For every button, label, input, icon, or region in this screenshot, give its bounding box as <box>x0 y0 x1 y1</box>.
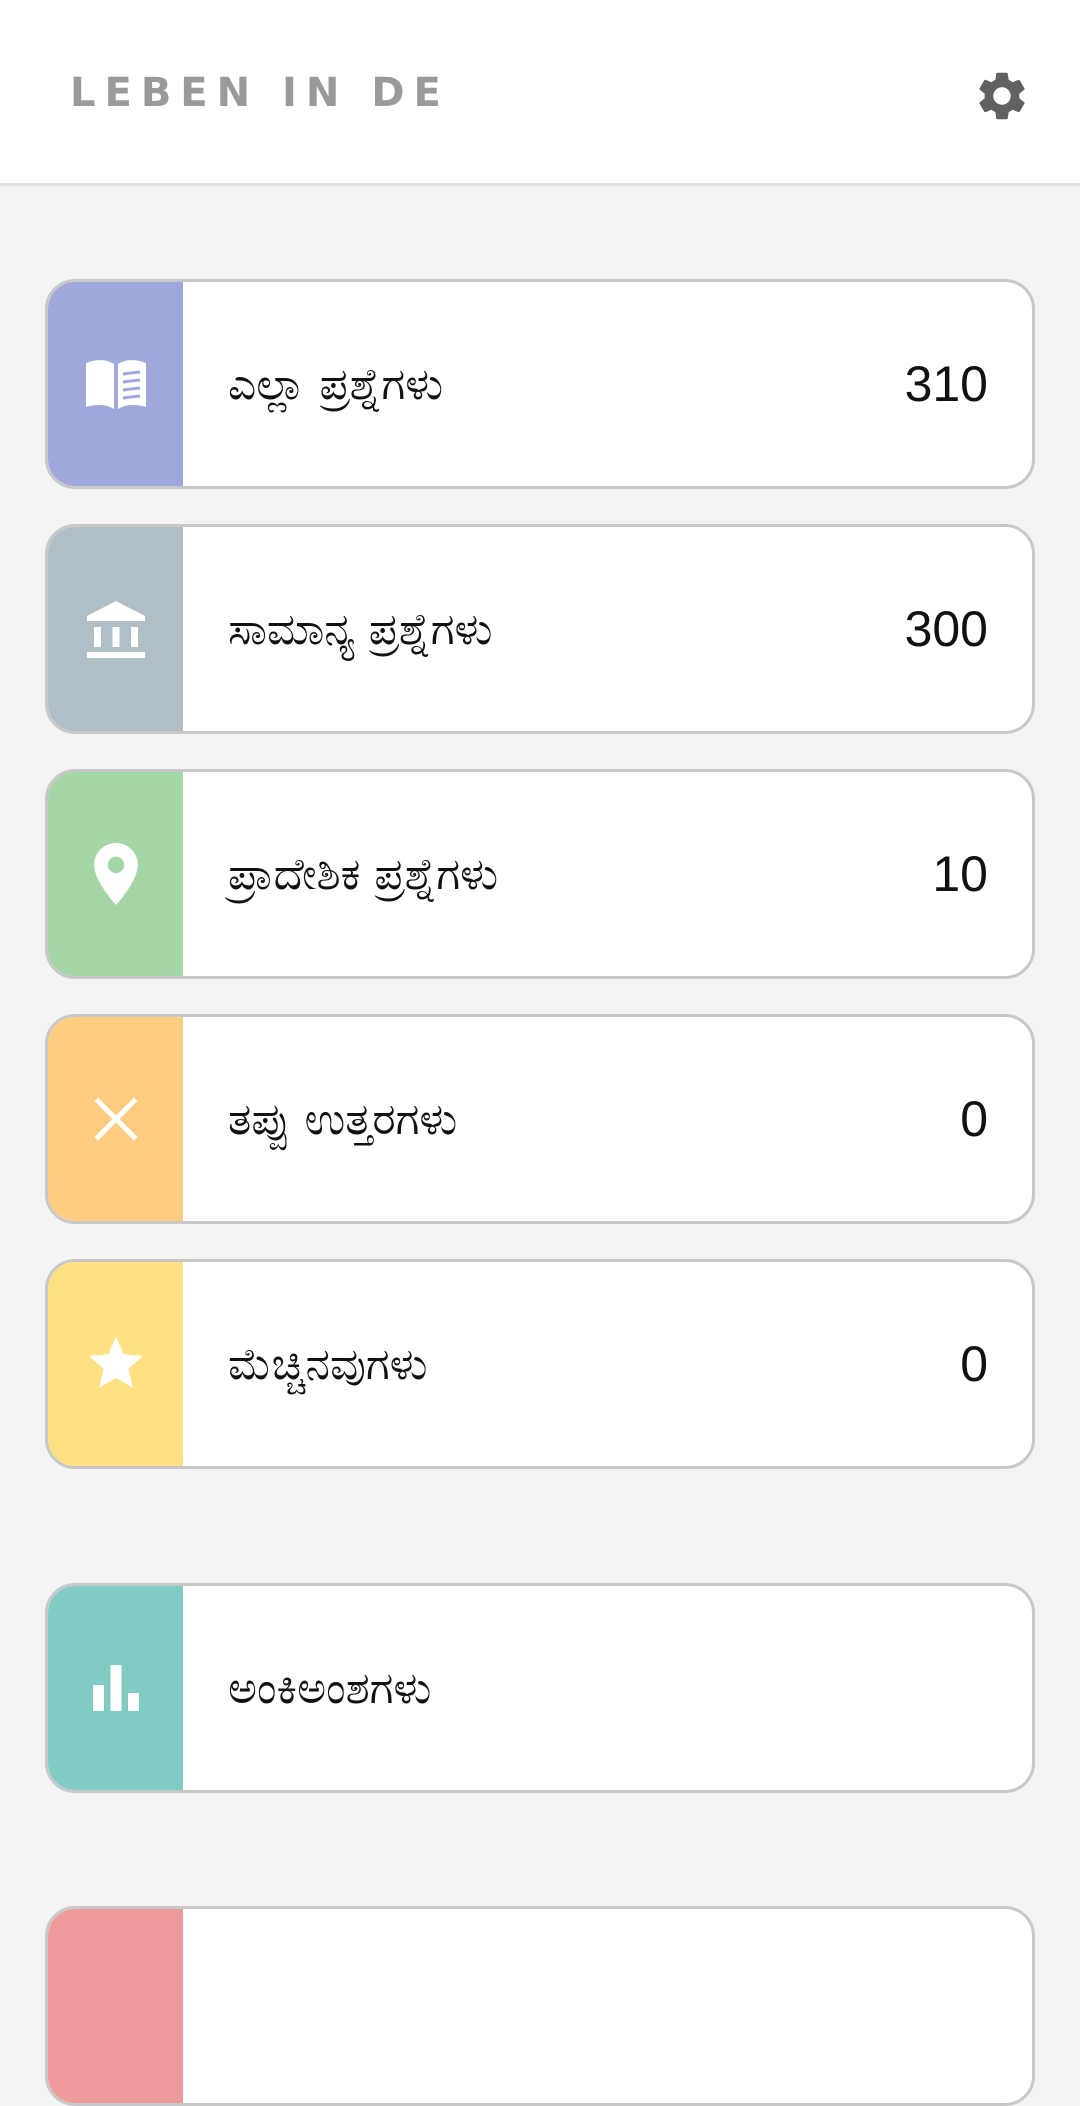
menu-item-favorites[interactable]: ಮೆಚ್ಚಿನವುಗಳು 0 <box>45 1259 1035 1469</box>
menu-item-all-questions[interactable]: ಎಲ್ಲಾ ಪ್ರಶ್ನೆಗಳು 310 <box>45 279 1035 489</box>
menu-item-partial[interactable] <box>45 1906 1035 2106</box>
menu-item-icon-strip <box>48 1909 183 2103</box>
menu-item-count: 0 <box>960 1091 988 1147</box>
menu-item-wrong-answers[interactable]: ತಪ್ಪು ಉತ್ತರಗಳು 0 <box>45 1014 1035 1224</box>
bar-chart-icon <box>92 1665 139 1711</box>
menu-item-count: 0 <box>960 1336 988 1392</box>
menu-item-count: 310 <box>904 356 988 412</box>
menu-item-label: ಮೆಚ್ಚಿನವುಗಳು <box>228 1338 428 1390</box>
app-header: LEBEN IN DE <box>0 0 1080 186</box>
menu-item-icon-strip <box>48 1586 183 1790</box>
settings-button[interactable] <box>970 64 1034 128</box>
menu-item-statistics[interactable]: ಅಂಕಿಅಂಶಗಳು <box>45 1583 1035 1793</box>
menu-item-label: ಎಲ್ಲಾ ಪ್ರಶ್ನೆಗಳು <box>228 358 444 410</box>
location-pin-icon <box>93 843 138 905</box>
book-icon <box>85 360 146 409</box>
gear-icon <box>979 72 1025 120</box>
menu-item-label: ಅಂಕಿಅಂಶಗಳು <box>228 1662 432 1714</box>
bank-icon <box>86 601 145 658</box>
menu-item-general-questions[interactable]: ಸಾಮಾನ್ಯ ಪ್ರಶ್ನೆಗಳು 300 <box>45 524 1035 734</box>
close-icon <box>93 1097 138 1141</box>
menu-item-icon-strip <box>48 772 183 976</box>
menu-item-label: ಸಾಮಾನ್ಯ ಪ್ರಶ್ನೆಗಳು <box>228 603 493 655</box>
menu-item-count: 10 <box>932 846 988 902</box>
menu-item-icon-strip <box>48 1262 183 1466</box>
menu-item-regional-questions[interactable]: ಪ್ರಾದೇಶಿಕ ಪ್ರಶ್ನೆಗಳು 10 <box>45 769 1035 979</box>
menu-item-label: ಪ್ರಾದೇಶಿಕ ಪ್ರಶ್ನೆಗಳು <box>228 848 499 900</box>
menu-item-icon-strip <box>48 282 183 486</box>
app-title: LEBEN IN DE <box>70 70 450 116</box>
menu-item-count: 300 <box>904 601 988 657</box>
star-icon <box>88 1336 143 1388</box>
menu-item-icon-strip <box>48 1017 183 1221</box>
menu-item-icon-strip <box>48 527 183 731</box>
menu-item-label: ತಪ್ಪು ಉತ್ತರಗಳು <box>228 1093 458 1145</box>
